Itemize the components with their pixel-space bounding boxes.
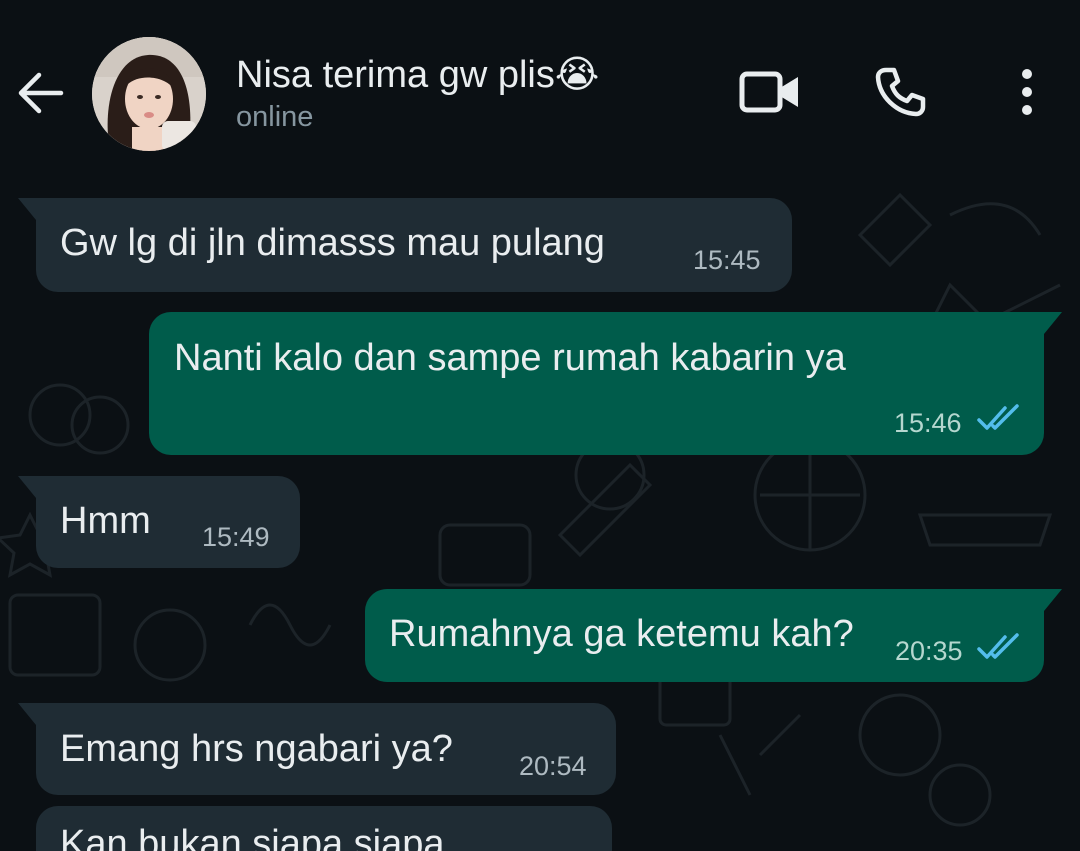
chat-screen: Nisa terima gw plis😭 online Gw lg di jln… (0, 0, 1080, 851)
message-bubble-incoming[interactable]: Hmm 15:49 (18, 476, 300, 568)
message-time: 15:45 (693, 245, 761, 275)
message-time: 20:54 (519, 751, 587, 781)
back-arrow-icon[interactable] (12, 66, 66, 120)
message-text: Emang hrs ngabari ya? (60, 728, 453, 770)
message-text: Hmm (60, 500, 151, 542)
phone-icon[interactable] (865, 60, 935, 124)
message-time: 15:49 (202, 522, 270, 552)
message-bubble-outgoing[interactable]: Rumahnya ga ketemu kah? 20:35 (365, 589, 1062, 682)
message-bubble-incoming[interactable]: Emang hrs ngabari ya? 20:54 (18, 703, 616, 795)
contact-name[interactable]: Nisa terima gw plis😭 (236, 52, 599, 97)
video-call-icon[interactable] (735, 60, 805, 124)
message-text: Gw lg di jln dimasss mau pulang (60, 222, 605, 264)
contact-status: online (236, 101, 314, 133)
read-receipt-icon (977, 404, 1019, 430)
chat-header: Nisa terima gw plis😭 online (0, 0, 1080, 185)
message-bubble-incoming[interactable]: Kan bukan siapa siapa (36, 806, 612, 851)
message-text: Nanti kalo dan sampe rumah kabarin ya (174, 337, 846, 379)
message-time: 20:35 (895, 636, 963, 666)
message-text: Kan bukan siapa siapa (60, 823, 445, 851)
message-text: Rumahnya ga ketemu kah? (389, 613, 854, 655)
message-time: 15:46 (894, 408, 962, 438)
more-options-icon[interactable] (992, 60, 1062, 124)
message-bubble-outgoing[interactable]: Nanti kalo dan sampe rumah kabarin ya 15… (149, 312, 1062, 455)
read-receipt-icon (977, 633, 1019, 659)
avatar[interactable] (92, 37, 206, 151)
message-bubble-incoming[interactable]: Gw lg di jln dimasss mau pulang 15:45 (18, 198, 792, 292)
